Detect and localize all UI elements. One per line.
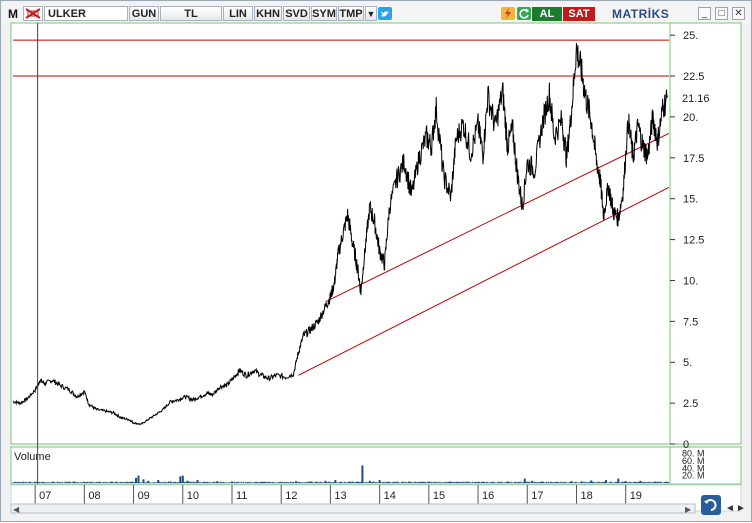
volume-bar [457,482,459,483]
chart-canvas: Volume 80. M60. M40. M20. M 07 08 09 10 11 12… [1,1,752,523]
zoom-out-icon[interactable]: ◄ [725,503,735,514]
volume-bar [361,465,363,483]
horizontal-scrollbar[interactable] [11,504,695,513]
volume-bar [408,482,410,483]
y-tick-label: 20. [683,112,698,124]
scroll-right-icon[interactable]: ▶ [685,505,692,514]
volume-bar [605,480,607,483]
volume-bar [310,482,312,483]
volume-bar [182,476,184,483]
volume-bar [477,482,479,483]
last-price-label: 21.16 [682,93,710,105]
y-tick-label: 22.5 [683,71,704,83]
volume-bar [349,482,351,483]
x-tick-label: 10 [187,490,199,502]
x-tick-label: 14 [384,490,396,502]
volume-bar [280,482,282,483]
volume-bar [34,482,36,483]
volume-bar [625,481,627,483]
volume-bar [617,479,619,483]
volume-bar [142,479,144,483]
volume-bar [571,481,573,483]
last-value-text: 21.16 [682,93,710,105]
volume-bar [590,480,592,483]
y-tick-label: 7.5 [683,316,698,328]
x-tick-label: 16 [482,490,494,502]
x-tick-label: 07 [39,490,51,502]
x-tick-label: 19 [630,490,642,502]
chart-settings-icon[interactable] [701,495,721,515]
x-tick-label: 18 [580,490,592,502]
volume-bar [187,481,189,483]
volume-bar [169,482,171,483]
y-tick-label: 25. [683,30,698,42]
volume-ticks: 80. M60. M40. M20. M [682,449,705,481]
y-tick-label: 10. [683,275,698,287]
y-tick-label: 2.5 [683,398,698,410]
price-axis-panel [670,23,741,444]
volume-axis-panel [670,447,741,484]
volume-bar [580,482,582,483]
volume-title: Volume [14,451,51,463]
volume-bar [133,482,135,483]
price-panel [11,23,670,444]
chart-window: M ULKER GUN TL LIN KHN SVD SYM TMP ▼ AL … [0,0,752,522]
volume-bar [157,480,159,483]
volume-bar [324,481,326,483]
x-tick-label: 13 [334,490,346,502]
volume-bar [443,482,445,483]
volume-bar [261,482,263,483]
volume-bar [295,481,297,483]
y-tick-label: 15. [683,194,698,206]
volume-panel [11,447,670,484]
x-tick-label: 08 [88,490,100,502]
volume-bar [393,482,395,483]
volume-bar [428,482,430,483]
volume-bar [507,482,509,483]
x-tick-label: 15 [433,490,445,502]
volume-tick-label: 20. M [682,471,705,481]
scroll-left-icon[interactable]: ◀ [13,505,20,514]
volume-bar [334,480,336,483]
volume-bar [379,480,381,483]
volume-bar [83,482,85,483]
volume-bar [369,481,371,483]
volume-bar [639,481,641,483]
volume-bar [492,482,494,483]
x-tick-label: 12 [285,490,297,502]
y-tick-label: 5. [683,357,692,369]
volume-bar [541,482,543,483]
volume-bar [556,482,558,483]
volume-bar [524,479,526,483]
volume-bar [206,482,208,483]
volume-bar [339,482,341,483]
y-tick-label: 0 [683,439,689,451]
volume-bar [147,481,149,483]
x-tick-label: 09 [138,490,150,502]
volume-bar [664,482,666,483]
x-tick-label: 11 [236,490,247,502]
volume-bar [179,476,181,483]
volume-bar [135,478,137,483]
volume-bar [231,482,233,483]
volume-bar [197,480,199,483]
volume-bar [137,476,139,483]
volume-bar [216,481,218,483]
volume-bar [654,482,656,483]
x-tick-label: 17 [531,490,543,502]
zoom-in-icon[interactable]: ► [736,503,746,514]
y-tick-label: 12.5 [683,235,704,247]
y-tick-label: 17.5 [683,153,704,165]
volume-bar [246,482,248,483]
volume-bar [531,481,533,483]
